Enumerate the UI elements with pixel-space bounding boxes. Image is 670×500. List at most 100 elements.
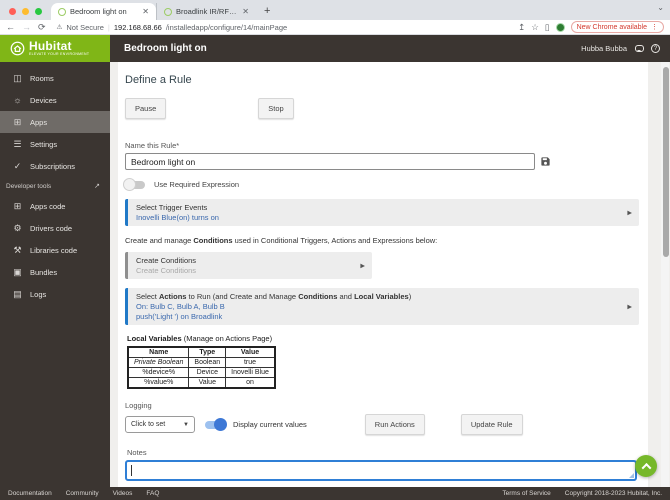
help-icon[interactable]: ? [651,44,660,53]
forward-icon[interactable]: → [22,22,31,32]
not-secure-warning-icon: ⚠ [56,24,63,31]
browser-menu-icon: ⋮ [651,24,658,31]
user-name[interactable]: Hubba Bubba [581,44,627,53]
sidebar-item-label: Apps code [30,201,66,211]
reload-icon[interactable]: ⟳ [38,22,46,32]
actions-summary-line2: push('Light ') on Broadlink [136,312,223,321]
tab-broadlink[interactable]: Broadlink IR/RF remotes integ ✕ [156,3,256,20]
rule-card: Define a Rule Pause Stop Name this Rule*… [118,62,648,487]
local-variables-label: Local Variables (Manage on Actions Page) [127,334,273,343]
sidebar-item-rooms[interactable]: ◫ Rooms [0,67,110,89]
tab-search-icon[interactable]: ⌄ [657,3,664,12]
stop-button[interactable]: Stop [258,98,294,119]
sidebar-item-apps-code[interactable]: ⊞ Apps code [0,195,110,217]
hubitat-favicon-icon [164,7,172,16]
libraries-code-icon: ⚒ [13,244,22,255]
trigger-section-summary: Inovelli Blue(on) turns on [136,213,219,222]
create-conditions-title: Create Conditions [136,256,197,265]
resize-grip[interactable] [629,473,634,478]
close-tab-icon[interactable]: ✕ [142,7,149,16]
create-conditions-summary: Create Conditions [136,266,197,275]
profile-avatar[interactable] [555,22,565,32]
page: Bedroom light on ✕ Broadlink IR/RF remot… [0,0,670,500]
local-variables-table: Name Type Value Private Boolean Boolean … [127,346,276,389]
sidebar-item-label: Libraries code [30,245,78,255]
sidebar-item-drivers-code[interactable]: ⚙ Drivers code [0,217,110,239]
scroll-to-top-button[interactable] [635,455,657,477]
chevron-right-icon: ▶ [627,304,632,310]
sidebar-item-label: Bundles [30,267,58,277]
sidebar-item-logs[interactable]: ▤ Logs [0,283,110,305]
required-expression-label: Use Required Expression [154,180,240,189]
notes-textarea[interactable] [125,460,637,481]
url-bar[interactable]: ⚠ Not Secure | 192.168.68.66/installedap… [53,23,512,32]
footer-link-community[interactable]: Community [66,490,99,497]
sidebar-item-subscriptions[interactable]: ✓ Subscriptions [0,155,110,177]
create-conditions-section[interactable]: Create Conditions Create Conditions ▶ [125,252,372,279]
save-icon[interactable] [540,156,551,167]
subscriptions-icon: ✓ [13,160,22,171]
footer-link-terms[interactable]: Terms of Service [502,490,550,497]
new-chrome-label: New Chrome available [576,23,647,31]
settings-icon: ☰ [13,138,22,149]
column-header: Name [127,346,190,358]
app-header: Hubitat ELEVATE YOUR ENVIRONMENT Bedroom… [0,35,670,62]
sidebar-item-settings[interactable]: ☰ Settings [0,133,110,155]
close-window-button[interactable] [9,8,16,15]
browser-actions: ↥ ☆ ▯ New Chrome available ⋮ [518,21,664,33]
devices-icon: ☼ [13,95,22,105]
main-area: Define a Rule Pause Stop Name this Rule*… [110,62,670,487]
app-body: ◫ Rooms ☼ Devices ⊞ Apps ☰ Settings ✓ Su… [0,62,670,487]
minimize-window-button[interactable] [22,8,29,15]
footer-link-videos[interactable]: Videos [113,490,133,497]
share-icon[interactable]: ↥ [518,22,525,33]
sidebar-item-label: Rooms [30,73,54,83]
sidebar-item-devices[interactable]: ☼ Devices [0,89,110,111]
app-footer: Documentation Community Videos FAQ Terms… [0,487,670,500]
browser-address-bar: ← → ⟳ ⚠ Not Secure | 192.168.68.66/insta… [0,20,670,35]
required-expression-toggle[interactable] [123,178,145,191]
rule-name-input[interactable] [125,153,535,170]
actions-section-title: Select Actions to Run (and Create and Ma… [136,292,412,301]
display-current-values-toggle[interactable] [205,418,227,431]
close-tab-icon[interactable]: ✕ [242,7,249,16]
conditions-help-text: Create and manage Conditions used in Con… [125,236,438,245]
bookmark-star-icon[interactable]: ☆ [531,22,539,33]
sidebar-item-label: Settings [30,139,58,149]
footer-link-faq[interactable]: FAQ [146,490,159,497]
side-panel-icon[interactable]: ▯ [545,22,550,33]
scrollbar-thumb[interactable] [663,67,669,257]
select-trigger-events-section[interactable]: Select Trigger Events Inovelli Blue(on) … [125,199,639,226]
chevron-up-icon [641,462,651,473]
sidebar-item-apps[interactable]: ⊞ Apps [0,111,110,133]
sidebar-item-bundles[interactable]: ▣ Bundles [0,261,110,283]
sidebar-item-libraries-code[interactable]: ⚒ Libraries code [0,239,110,261]
name-rule-row [125,153,639,170]
footer-link-documentation[interactable]: Documentation [8,490,52,497]
apps-icon: ⊞ [13,116,22,127]
new-tab-button[interactable]: + [256,5,278,20]
rule-state-buttons: Pause Stop [125,98,639,119]
hubitat-logo[interactable]: Hubitat ELEVATE YOUR ENVIRONMENT [0,35,110,62]
logging-label: Logging [125,401,152,410]
developer-tools-section[interactable]: Developer tools ↗ [0,177,110,195]
new-chrome-available-button[interactable]: New Chrome available ⋮ [570,21,664,33]
zoom-window-button[interactable] [35,8,42,15]
logging-dropdown[interactable]: Click to set ▼ [125,416,195,433]
tab-bedroom-light-on[interactable]: Bedroom light on ✕ [51,3,156,20]
update-rule-button[interactable]: Update Rule [460,414,523,435]
define-rule-heading: Define a Rule [125,74,192,86]
chat-bubble-icon[interactable] [635,45,644,52]
pause-button[interactable]: Pause [125,98,167,119]
url-divider: | [107,22,110,32]
tab-title: Bedroom light on [70,7,127,16]
back-icon[interactable]: ← [6,22,15,32]
expand-arrow-icon: ↗ [94,183,100,190]
select-actions-section[interactable]: Select Actions to Run (and Create and Ma… [125,288,639,325]
sidebar: ◫ Rooms ☼ Devices ⊞ Apps ☰ Settings ✓ Su… [0,62,110,487]
column-header: Type [188,346,227,358]
notes-label: Notes [127,448,147,457]
table-row: %device% Device Inovelli Blue [127,367,276,378]
run-actions-button[interactable]: Run Actions [364,414,425,435]
column-header: Value [225,346,276,358]
